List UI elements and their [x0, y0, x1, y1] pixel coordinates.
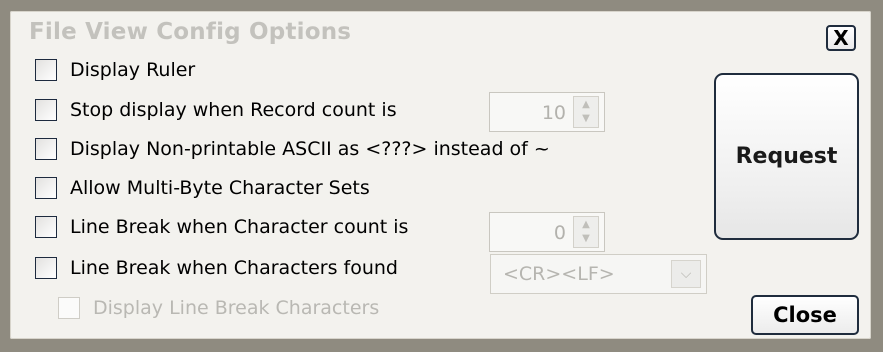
file-view-config-dialog: File View Config Options X Display Ruler… — [10, 11, 871, 339]
display-non-printable-ascii-checkbox[interactable] — [35, 138, 57, 160]
record-count-spinner[interactable]: 10 ▲ ▼ — [489, 92, 605, 132]
dialog-title: File View Config Options — [29, 19, 352, 45]
display-non-printable-ascii-label: Display Non-printable ASCII as <???> ins… — [70, 138, 550, 160]
line-break-chars-dropdown[interactable]: <CR><LF> ⌵ — [490, 254, 707, 294]
option-line-break-chars-found[interactable]: Line Break when Characters found — [35, 253, 398, 283]
option-display-non-printable-ascii[interactable]: Display Non-printable ASCII as <???> ins… — [35, 134, 550, 164]
allow-multi-byte-label: Allow Multi-Byte Character Sets — [70, 177, 370, 199]
display-line-break-chars-checkbox — [58, 297, 80, 319]
option-stop-display-record-count[interactable]: Stop display when Record count is — [35, 95, 397, 125]
triangle-down-icon[interactable]: ▼ — [578, 112, 594, 126]
allow-multi-byte-checkbox[interactable] — [35, 177, 57, 199]
line-break-chars-found-label: Line Break when Characters found — [70, 257, 398, 279]
option-allow-multi-byte[interactable]: Allow Multi-Byte Character Sets — [35, 173, 370, 203]
triangle-up-icon[interactable]: ▲ — [578, 218, 594, 232]
stop-display-record-count-checkbox[interactable] — [35, 99, 57, 121]
line-break-chars-value: <CR><LF> — [503, 263, 615, 285]
close-button[interactable]: Close — [751, 295, 859, 335]
line-break-char-count-label: Line Break when Character count is — [70, 216, 409, 238]
option-display-ruler[interactable]: Display Ruler — [35, 55, 195, 85]
chevron-down-icon[interactable]: ⌵ — [671, 260, 701, 288]
option-line-break-char-count[interactable]: Line Break when Character count is — [35, 212, 408, 242]
stop-display-record-count-label: Stop display when Record count is — [70, 99, 397, 121]
request-button-label: Request — [735, 144, 838, 169]
record-count-value: 10 — [541, 102, 566, 124]
char-count-value: 0 — [553, 222, 566, 244]
triangle-down-icon[interactable]: ▼ — [578, 232, 594, 246]
line-break-chars-found-checkbox[interactable] — [35, 257, 57, 279]
close-x-label: X — [833, 26, 849, 50]
close-x-button[interactable]: X — [826, 25, 856, 51]
line-break-char-count-checkbox[interactable] — [35, 216, 57, 238]
char-count-spinner-arrows[interactable]: ▲ ▼ — [573, 216, 599, 248]
display-line-break-chars-label: Display Line Break Characters — [93, 297, 380, 319]
display-ruler-checkbox[interactable] — [35, 59, 57, 81]
record-count-spinner-arrows[interactable]: ▲ ▼ — [573, 96, 599, 128]
char-count-spinner[interactable]: 0 ▲ ▼ — [489, 212, 605, 252]
request-button[interactable]: Request — [714, 73, 859, 240]
option-display-line-break-chars: Display Line Break Characters — [58, 293, 379, 323]
display-ruler-label: Display Ruler — [70, 59, 196, 81]
triangle-up-icon[interactable]: ▲ — [578, 98, 594, 112]
close-button-label: Close — [773, 303, 837, 327]
